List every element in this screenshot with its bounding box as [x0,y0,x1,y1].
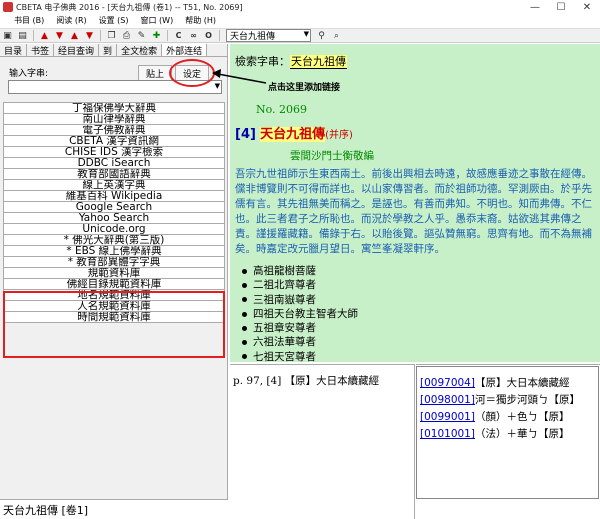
current-sutra-label: 天台九祖傳 [卷1] [3,503,89,517]
bookmark-icon[interactable]: ✎ [135,30,148,42]
maximize-button[interactable]: ☐ [548,0,574,14]
list-item-label: 五祖章安尊者 [253,322,316,335]
page-info-text: p. 97, [4] 【原】大日本續藏經 [233,375,380,387]
title-bar: CBETA 电子佛典 2016 - [天台九祖傳 (卷1) -- T51, No… [0,0,600,14]
bullet-icon [242,268,247,274]
window-controls: — ☐ ✕ [522,0,600,14]
o-button[interactable]: O [202,30,215,42]
copy-icon[interactable]: ❐ [105,30,118,42]
search-icon[interactable]: ⚲ [315,30,328,42]
search-select[interactable]: 天台九祖傳 ▼ [226,29,311,42]
menu-catalog[interactable]: 书目 (B) [0,15,50,26]
list-item-label: 高祖龍樹菩薩 [253,265,316,277]
left-panel: 目录 书签 经目查询 到 全文检索 外部连结 输入字串: 贴上 设定 ▼ 丁福保… [0,44,228,499]
list-item-label: 六祖法華尊者 [253,336,316,349]
menu-bar: 书目 (B) 阅读 (R) 设置 (S) 窗口 (W) 帮助 (H) [0,14,600,27]
left-status: 天台九祖傳 [卷1] [0,499,228,519]
heading-subtitle: (并序) [325,130,353,141]
bullet-icon [242,325,247,331]
arrow-down-alt-icon[interactable]: ▼ [83,30,96,42]
arrow-up-alt-icon[interactable]: ▲ [68,30,81,42]
sutra-heading: [4] 天台九祖傳(并序) [235,123,353,142]
toolbar-divider [33,30,34,41]
bullet-icon [242,282,247,288]
menu-settings[interactable]: 设置 (S) [93,15,135,26]
close-button[interactable]: ✕ [574,0,600,14]
toolbar-divider [100,30,101,41]
page-info-pane: p. 97, [4] 【原】大日本續藏經 [230,364,415,519]
bullet-icon [242,311,247,317]
left-tabs: 目录 书签 经目查询 到 全文检索 外部连结 [0,44,227,57]
toolbar-divider [219,30,220,41]
list-item-label: 七祖天宮尊者 [253,350,316,362]
search-string-line: 檢索字串：天台九祖傳 [235,53,347,69]
list-item[interactable]: 五祖章安尊者 [242,321,358,335]
app-icon [3,2,13,12]
tab-external-links[interactable]: 外部连结 [162,44,208,57]
arrow-down-icon[interactable]: ▼ [53,30,66,42]
preface-paragraph: 吾宗九世祖師示生東西兩土。前後出興相去時遠，故感應垂迹之事散在經傳。儻非博覽則不… [235,168,592,255]
tab-bookmarks[interactable]: 书签 [27,44,55,57]
input-field[interactable]: ▼ [8,80,222,94]
list-item-label: 二祖北齊尊者 [253,279,316,292]
tab-goto[interactable]: 到 [99,44,118,57]
highlight-box [3,291,225,358]
chevron-down-icon: ▼ [303,30,309,38]
search-string-label: 檢索字串： [235,55,290,68]
menu-read[interactable]: 阅读 (R) [50,15,92,26]
tab-contents[interactable]: 目录 [0,44,28,57]
settings-button[interactable]: 设定 [175,65,209,81]
toolbar: ▣ ▤ ▲ ▼ ▲ ▼ ❐ ⎙ ✎ ✚ C ∞ O 天台九祖傳 ▼ ⚲ ⌕ [0,28,600,43]
list-item[interactable]: 六祖法華尊者 [242,335,358,349]
bullet-icon [242,297,247,303]
chevron-down-icon: ▼ [214,82,220,90]
list-item[interactable]: 三祖南嶽尊者 [242,293,358,307]
annotation-text: 点击这里添加链接 [268,83,341,93]
lineage-list: 高祖龍樹菩薩 二祖北齊尊者 三祖南嶽尊者 四祖天台教主智者大師 五祖章安尊者 六… [242,264,358,362]
toolbar-divider [167,30,168,41]
window-title: CBETA 电子佛典 2016 - [天台九祖傳 (卷1) -- T51, No… [16,2,243,12]
notes-inner-border [416,366,599,499]
c-button[interactable]: C [172,30,185,42]
doc-number: No. 2069 [256,103,308,116]
paste-button[interactable]: 贴上 [138,65,172,81]
arrow-up-icon[interactable]: ▲ [38,30,51,42]
heading-title: 天台九祖傳 [260,127,326,142]
note-icon[interactable]: ✚ [150,30,163,42]
author-line: 雲間沙門士衡敬編 [290,150,374,162]
search-select-value: 天台九祖傳 [230,32,276,42]
book-icon[interactable]: ▤ [16,30,29,42]
print-icon[interactable]: ⎙ [120,30,133,42]
heading-number[interactable]: [4] [235,127,256,142]
tab-catalog-search[interactable]: 经目查询 [54,44,100,57]
minimize-button[interactable]: — [522,0,548,14]
bullet-icon [242,354,247,360]
menu-window[interactable]: 窗口 (W) [135,15,180,26]
link-button[interactable]: ∞ [187,30,200,42]
tab-fulltext-search[interactable]: 全文检索 [117,44,163,57]
find-icon[interactable]: ⌕ [330,30,343,42]
list-item[interactable]: 二祖北齊尊者 [242,278,358,292]
list-item[interactable]: 四祖天台教主智者大師 [242,307,358,321]
list-item[interactable]: 七祖天宮尊者 [242,350,358,362]
reading-pane: 檢索字串：天台九祖傳 点击这里添加链接 No. 2069 [4] 天台九祖傳(并… [230,44,600,362]
list-item[interactable]: 高祖龍樹菩薩 [242,264,358,278]
list-item-label: 四祖天台教主智者大師 [253,307,358,320]
bullet-icon [242,340,247,346]
dictionary-list: 丁福保佛學大辭典 南山律學辭典 電子佛教辭典 CBETA 漢字資訊網 CHISE… [3,102,225,323]
input-label: 输入字串: [9,69,49,79]
menu-help[interactable]: 帮助 (H) [179,15,222,26]
open-folder-icon[interactable]: ▣ [1,30,14,42]
search-string-term: 天台九祖傳 [290,55,347,69]
list-item-label: 三祖南嶽尊者 [253,293,316,306]
